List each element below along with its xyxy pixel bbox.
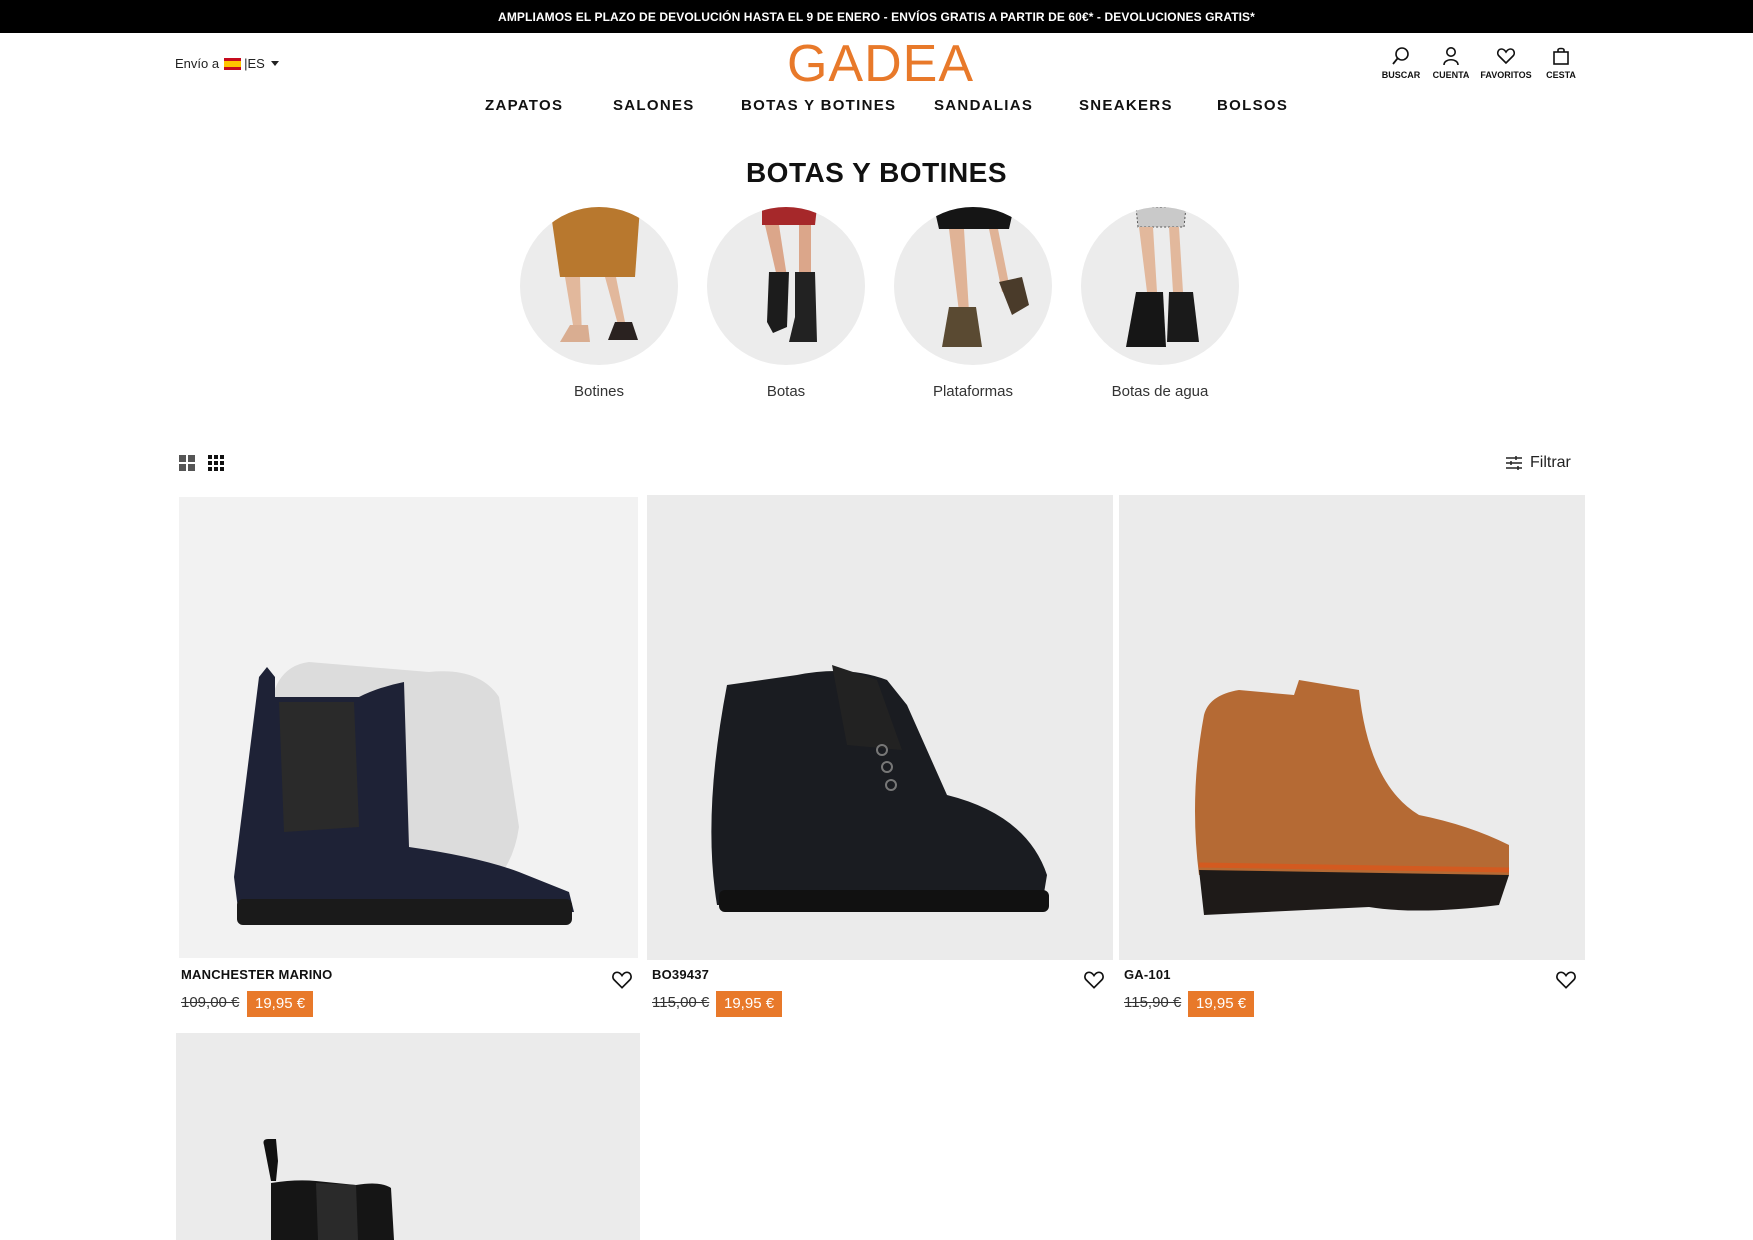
search-button[interactable]: BUSCAR xyxy=(1373,46,1429,80)
cart-button[interactable]: CESTA xyxy=(1533,46,1589,80)
product-card[interactable]: BO39437 115,00 € 19,95 € xyxy=(647,495,1114,1017)
favorites-button[interactable]: FAVORITOS xyxy=(1478,46,1534,80)
page-title: BOTAS Y BOTINES xyxy=(745,157,1008,188)
filter-label: Filtrar xyxy=(1530,454,1571,471)
product-card[interactable]: GA-101 115,90 € 19,95 € xyxy=(1119,495,1586,1017)
shipping-country-selector[interactable]: Envío a |ES xyxy=(175,56,279,71)
nav-item-salones[interactable]: SALONES xyxy=(613,97,695,114)
account-label: CUENTA xyxy=(1432,70,1470,80)
product-card[interactable]: MANCHESTER MARINO 109,00 € 19,95 € xyxy=(179,497,639,1017)
nav-item-sneakers[interactable]: SNEAKERS xyxy=(1079,97,1173,114)
grid-2-view-icon[interactable] xyxy=(179,455,195,471)
heart-icon xyxy=(1496,48,1516,65)
category-plataformas[interactable]: Plataformas xyxy=(893,207,1053,400)
product-old-price: 109,00 € xyxy=(181,994,240,1011)
nav-item-sandalias[interactable]: SANDALIAS xyxy=(934,97,1033,114)
category-label: Plataformas xyxy=(932,383,1014,400)
product-image[interactable] xyxy=(179,497,638,958)
filter-button[interactable]: Filtrar xyxy=(1506,454,1571,472)
product-price: 19,95 € xyxy=(716,991,783,1017)
product-name[interactable]: GA-101 xyxy=(1124,967,1171,982)
product-price: 19,95 € xyxy=(247,991,314,1017)
search-icon xyxy=(1392,47,1409,65)
favorites-label: FAVORITOS xyxy=(1480,70,1532,80)
category-label: Botines xyxy=(573,383,625,400)
cart-label: CESTA xyxy=(1546,70,1576,80)
add-to-favorites-icon[interactable] xyxy=(1083,969,1105,991)
category-label: Botas de agua xyxy=(1111,383,1209,400)
nav-item-zapatos[interactable]: ZAPATOS xyxy=(485,97,563,114)
announcement-bar: AMPLIAMOS EL PLAZO DE DEVOLUCIÓN HASTA E… xyxy=(0,0,1753,33)
product-price: 19,95 € xyxy=(1188,991,1255,1017)
add-to-favorites-icon[interactable] xyxy=(611,969,633,991)
add-to-favorites-icon[interactable] xyxy=(1555,969,1577,991)
category-botas[interactable]: Botas xyxy=(706,207,866,400)
category-image xyxy=(707,207,865,365)
category-image xyxy=(520,207,678,365)
product-image[interactable] xyxy=(1119,495,1585,960)
filter-icon xyxy=(1506,456,1522,470)
category-image xyxy=(894,207,1052,365)
search-label: BUSCAR xyxy=(1381,70,1421,80)
brand-logo[interactable]: GADEA xyxy=(778,34,983,94)
shipping-country: |ES xyxy=(244,56,265,71)
category-label: Botas xyxy=(766,383,806,400)
product-old-price: 115,90 € xyxy=(1124,994,1182,1011)
user-icon xyxy=(1443,47,1459,66)
grid-3-view-icon[interactable] xyxy=(208,455,224,471)
shipping-label: Envío a xyxy=(175,56,220,71)
logo-text: GADEA xyxy=(786,35,975,93)
category-botines[interactable]: Botines xyxy=(519,207,679,400)
category-botas-de-agua[interactable]: Botas de agua xyxy=(1080,207,1240,400)
product-image[interactable] xyxy=(176,1033,640,1240)
nav-item-botas-y-botines[interactable]: BOTAS Y BOTINES xyxy=(741,97,896,114)
caret-down-icon xyxy=(270,61,279,66)
spain-flag-icon xyxy=(224,57,242,70)
product-old-price: 115,00 € xyxy=(652,994,710,1011)
product-image[interactable] xyxy=(647,495,1113,960)
product-name[interactable]: BO39437 xyxy=(652,967,709,982)
main-navigation: ZAPATOS SALONES BOTAS Y BOTINES SANDALIA… xyxy=(0,97,1753,121)
product-card[interactable] xyxy=(176,1033,641,1240)
account-button[interactable]: CUENTA xyxy=(1423,46,1479,80)
announcement-text: AMPLIAMOS EL PLAZO DE DEVOLUCIÓN HASTA E… xyxy=(498,9,1255,24)
nav-item-bolsos[interactable]: BOLSOS xyxy=(1217,97,1288,114)
product-name[interactable]: MANCHESTER MARINO xyxy=(181,967,332,982)
category-image xyxy=(1081,207,1239,365)
bag-icon xyxy=(1553,47,1569,65)
